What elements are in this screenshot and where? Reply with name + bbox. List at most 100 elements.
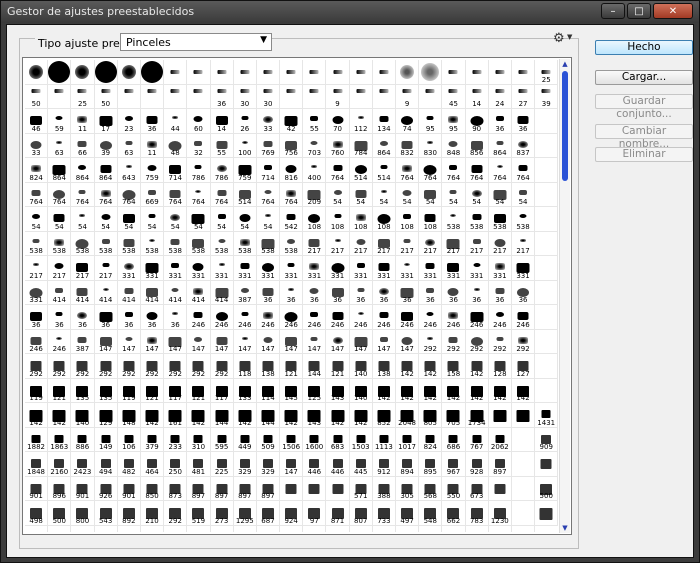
brush-preset-item[interactable] [280,60,304,85]
brush-preset-item[interactable]: 928 [465,452,489,477]
brush-preset-item[interactable]: 764 [280,182,304,207]
brush-preset-item[interactable]: 36 [164,305,188,330]
brush-preset-item[interactable]: 24 [488,84,512,109]
brush-preset-item[interactable]: 538 [117,231,141,256]
brush-preset-item[interactable]: 331 [140,256,165,281]
brush-preset-item[interactable]: 217 [94,256,118,281]
brush-preset-item[interactable]: 147 [117,329,141,354]
brush-preset-item[interactable]: 121 [326,354,350,379]
brush-preset-item[interactable] [303,84,327,109]
brush-preset-item[interactable]: 548 [419,501,443,526]
brush-preset-item[interactable]: 550 [442,476,466,501]
brush-preset-item[interactable] [419,84,443,109]
brush-preset-item[interactable] [488,403,512,428]
brush-preset-item[interactable]: 292 [48,354,72,379]
brush-preset-item[interactable]: 54 [233,207,257,232]
close-button[interactable]: ✕ [653,3,693,19]
brush-preset-item[interactable] [164,84,188,109]
brush-preset-item[interactable] [442,60,466,85]
brush-preset-item[interactable] [488,60,512,85]
brush-preset-item[interactable]: 901 [117,476,141,501]
brush-preset-item[interactable]: 97 [303,501,327,526]
brush-preset-item[interactable]: 331 [442,256,466,281]
brush-preset-item[interactable]: 39 [535,84,559,109]
brush-preset-item[interactable]: 759 [140,158,165,183]
brush-preset-item[interactable]: 246 [511,305,536,330]
brush-preset-item[interactable]: 147 [303,329,327,354]
brush-preset-item[interactable] [234,525,257,532]
brush-preset-item[interactable]: 147 [140,329,165,354]
brush-preset-item[interactable]: 764 [511,158,536,183]
brush-preset-item[interactable]: 217 [442,231,466,256]
brush-preset-item[interactable]: 246 [372,305,396,330]
brush-preset-item[interactable]: 36 [280,280,304,305]
brush-preset-item[interactable] [466,525,489,532]
brush-preset-item[interactable]: 764 [442,158,466,183]
brush-preset-item[interactable]: 2048 [396,403,420,428]
brush-preset-item[interactable]: 273 [210,501,234,526]
brush-preset-item[interactable]: 871 [326,501,350,526]
brush-preset-item[interactable]: 292 [511,329,536,354]
brush-preset-item[interactable]: 446 [303,452,327,477]
brush-preset-item[interactable]: 864 [71,158,95,183]
brush-preset-item[interactable] [349,84,373,109]
brush-preset-item[interactable]: 764 [25,182,49,207]
brush-preset-item[interactable]: 331 [488,256,512,281]
brush-preset-item[interactable]: 497 [396,501,420,526]
brush-preset-item[interactable]: 142 [419,378,443,403]
brush-preset-item[interactable]: 142 [280,403,304,428]
brush-preset-item[interactable]: 414 [187,280,211,305]
brush-preset-item[interactable]: 54 [419,182,443,207]
brush-preset-item[interactable]: 119 [117,378,141,403]
brush-preset-item[interactable]: 23 [117,109,141,134]
brush-preset-item[interactable]: 66 [71,133,95,158]
brush-preset-item[interactable]: 143 [303,403,327,428]
brush-preset-item[interactable]: 800 [71,501,95,526]
brush-preset-item[interactable]: 498 [25,501,49,526]
brush-preset-item[interactable]: 895 [419,452,443,477]
brush-preset-item[interactable]: 538 [94,231,118,256]
brush-preset-item[interactable]: 133 [233,378,257,403]
brush-preset-item[interactable] [488,476,512,501]
brush-preset-item[interactable]: 106 [117,427,141,452]
brush-preset-item[interactable]: 2062 [488,427,512,452]
brush-preset-item[interactable] [94,60,118,85]
brush-preset-item[interactable]: 897 [233,476,257,501]
brush-preset-item[interactable]: 542 [280,207,304,232]
brush-preset-item[interactable]: 246 [256,305,281,330]
brush-preset-item[interactable]: 95 [442,109,466,134]
brush-preset-item[interactable]: 886 [71,427,95,452]
brush-preset-item[interactable]: 901 [25,476,49,501]
brush-preset-item[interactable]: 764 [71,182,95,207]
brush-preset-item[interactable]: 538 [187,231,211,256]
brush-preset-item[interactable]: 36 [303,280,327,305]
brush-preset-item[interactable] [535,329,559,354]
brush-preset-item[interactable]: 30 [233,84,257,109]
brush-preset-item[interactable] [211,525,234,532]
brush-preset-item[interactable]: 816 [280,158,304,183]
brush-preset-item[interactable]: 144 [210,403,234,428]
brush-preset-item[interactable]: 44 [164,109,188,134]
brush-preset-item[interactable]: 769 [256,133,281,158]
brush-preset-item[interactable]: 568 [419,476,443,501]
brush-preset-item[interactable]: 760 [326,133,350,158]
brush-preset-item[interactable]: 414 [71,280,95,305]
brush-preset-item[interactable]: 147 [256,329,281,354]
brush-preset-item[interactable]: 225 [210,452,234,477]
brush-preset-item[interactable] [117,84,141,109]
brush-preset-item[interactable]: 329 [256,452,281,477]
brush-preset-item[interactable] [535,280,559,305]
brush-preset-item[interactable]: 909 [535,427,559,452]
brush-preset-item[interactable]: 59 [48,109,72,134]
brush-preset-item[interactable]: 42 [280,109,304,134]
brush-preset-item[interactable] [326,476,350,501]
brush-preset-item[interactable]: 148 [117,403,141,428]
brush-preset-item[interactable]: 764 [187,182,211,207]
brush-preset-item[interactable]: 54 [256,207,281,232]
brush-preset-item[interactable]: 147 [349,329,373,354]
brush-preset-item[interactable] [535,501,559,526]
brush-preset-item[interactable]: 967 [442,452,466,477]
brush-preset-item[interactable]: 54 [511,182,536,207]
brush-preset-item[interactable] [419,60,443,85]
brush-preset-item[interactable] [303,476,327,501]
